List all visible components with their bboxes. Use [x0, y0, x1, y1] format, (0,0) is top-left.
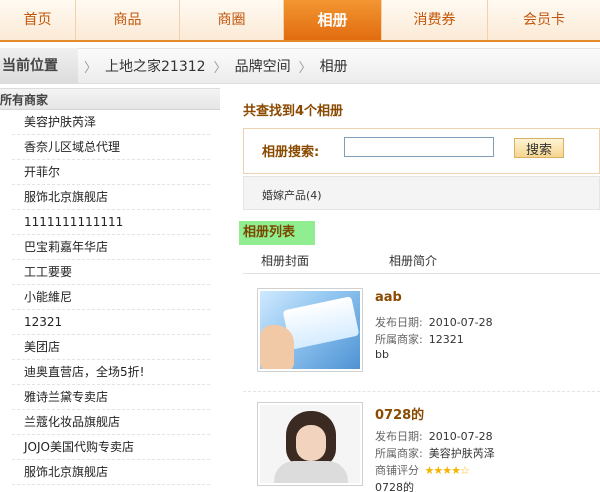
- album-date: 发布日期: 2010-07-28: [375, 430, 493, 443]
- album-search-box: 相册搜索: 搜索: [243, 128, 600, 174]
- breadcrumb-item-brand[interactable]: 品牌空间: [235, 56, 291, 76]
- merchant-list: 美容护肤芮泽 香奈儿区域总代理 开菲尔 服饰北京旗舰店 111111111111…: [0, 110, 220, 485]
- nav-album[interactable]: 相册: [284, 0, 382, 40]
- nav-coupon[interactable]: 消费券: [382, 0, 488, 40]
- album-list-header: 相册封面 相册简介: [243, 250, 600, 274]
- merchant-link[interactable]: 小能維尼: [12, 285, 210, 310]
- breadcrumb-lead: 当前位置: [0, 48, 78, 84]
- album-desc: bb: [375, 348, 389, 361]
- merchant-link[interactable]: 12321: [12, 310, 210, 335]
- merchant-link[interactable]: 兰蔻化妆品旗舰店: [12, 410, 210, 435]
- search-button[interactable]: 搜索: [514, 138, 564, 158]
- col-cover: 相册封面: [261, 254, 310, 268]
- found-count: 共查找到4个相册: [243, 104, 344, 119]
- category-link[interactable]: 婚嫁产品(4): [262, 187, 322, 203]
- merchant-link[interactable]: 1111111111111: [12, 210, 210, 235]
- album-item: 0728的 发布日期: 2010-07-28 所属商家: 美容护肤芮泽 商铺评分 ★…: [243, 396, 600, 492]
- merchant-link[interactable]: 美团店: [12, 335, 210, 360]
- album-search-input[interactable]: [344, 137, 494, 157]
- album-main: 共查找到4个相册 相册搜索: 搜索 婚嫁产品(4) 相册列表 相册封面 相册简介…: [235, 90, 600, 492]
- album-rating: 商铺评分 ★★★★☆: [375, 464, 470, 477]
- album-list-title: 相册列表: [239, 221, 315, 245]
- album-desc: 0728的: [375, 481, 414, 492]
- nav-products[interactable]: 商品: [76, 0, 180, 40]
- merchant-link[interactable]: 美容护肤芮泽: [12, 110, 210, 135]
- top-nav: 首页 商品 商圈 相册 消费券 会员卡: [0, 0, 600, 42]
- album-cover-image[interactable]: [257, 288, 363, 372]
- merchant-link[interactable]: 雅诗兰黛专卖店: [12, 385, 210, 410]
- chevron-right-icon: 〉: [298, 60, 312, 76]
- album-item: aab 发布日期: 2010-07-28 所属商家: 12321 bb: [243, 282, 600, 392]
- breadcrumb-item-store[interactable]: 上地之家21312: [105, 56, 206, 76]
- chevron-right-icon: 〉: [84, 60, 98, 76]
- album-date: 发布日期: 2010-07-28: [375, 316, 493, 329]
- album-cover-image[interactable]: [257, 402, 363, 486]
- merchant-link[interactable]: 迪奥直营店，全场5折!: [12, 360, 210, 385]
- merchant-link[interactable]: 工工要要: [12, 260, 210, 285]
- merchant-link[interactable]: 服饰北京旗舰店: [12, 460, 210, 485]
- album-merchant: 所属商家: 12321: [375, 333, 464, 346]
- col-intro: 相册简介: [389, 254, 438, 268]
- nav-member-card[interactable]: 会员卡: [488, 0, 600, 40]
- merchant-link[interactable]: 服饰北京旗舰店: [12, 185, 210, 210]
- merchant-sidebar: 所有商家 美容护肤芮泽 香奈儿区域总代理 开菲尔 服饰北京旗舰店 1111111…: [0, 88, 220, 492]
- merchant-link[interactable]: JOJO美国代购专卖店: [12, 435, 210, 460]
- merchant-link[interactable]: 香奈儿区域总代理: [12, 135, 210, 160]
- breadcrumb-item-album: 相册: [319, 59, 348, 75]
- nav-home[interactable]: 首页: [0, 0, 76, 40]
- album-merchant: 所属商家: 美容护肤芮泽: [375, 447, 495, 460]
- merchant-link[interactable]: 开菲尔: [12, 160, 210, 185]
- chevron-right-icon: 〉: [213, 60, 227, 76]
- breadcrumb: 当前位置 〉 上地之家21312 〉 品牌空间 〉 相册: [0, 48, 600, 84]
- album-title[interactable]: 0728的: [375, 404, 424, 423]
- category-bar: 婚嫁产品(4): [243, 176, 600, 210]
- rating-stars-icon: ★★★★☆: [424, 464, 470, 477]
- merchant-link[interactable]: 巴宝莉嘉年华店: [12, 235, 210, 260]
- sidebar-title: 所有商家: [0, 88, 220, 110]
- nav-district[interactable]: 商圈: [180, 0, 284, 40]
- album-title[interactable]: aab: [375, 290, 402, 305]
- search-label: 相册搜索:: [262, 145, 320, 160]
